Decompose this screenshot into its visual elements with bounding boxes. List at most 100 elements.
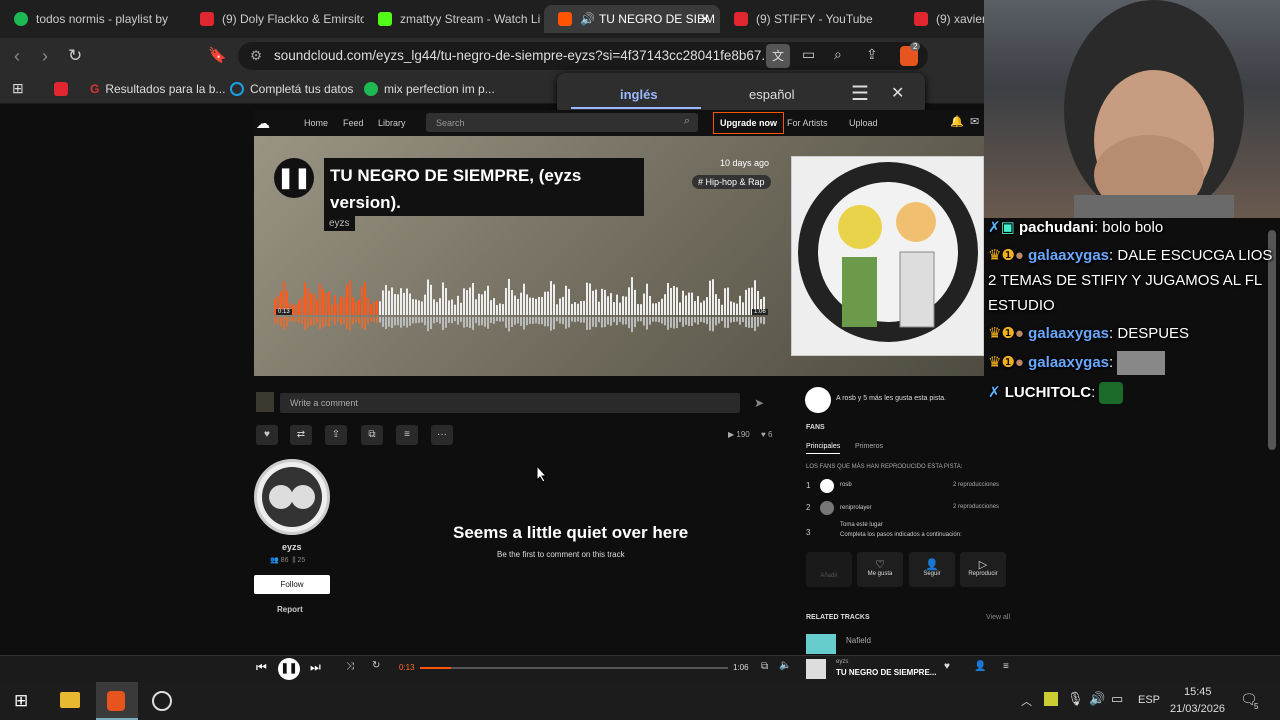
nav-library[interactable]: Library (378, 118, 406, 128)
wave-bar-reflection (493, 317, 495, 324)
wave-bar (427, 279, 429, 315)
wave-bar (583, 300, 585, 315)
bookmark-completa[interactable]: Completá tus datos (230, 82, 353, 96)
messages-icon[interactable]: ✉ (970, 115, 979, 128)
apps-icon[interactable]: ⊞ (12, 80, 24, 97)
tab-kick[interactable]: zmattyy Stream - Watch Li (364, 5, 542, 33)
volume-icon[interactable]: 🔈 (779, 660, 791, 671)
previous-icon[interactable]: ⏮ (256, 660, 267, 675)
nav-feed[interactable]: Feed (343, 118, 364, 128)
search-input[interactable]: Search ⌕ (426, 113, 698, 132)
wave-bar-reflection (658, 317, 660, 323)
network-icon[interactable]: ▭ (1111, 691, 1123, 707)
soundcloud-logo-icon[interactable]: ☁ (256, 115, 270, 132)
fans-tab-top[interactable]: Principales (806, 443, 841, 454)
report-link[interactable]: Report (277, 605, 303, 614)
player-artist[interactable]: eyzs (836, 659, 848, 665)
forward-icon[interactable]: › (42, 46, 48, 67)
cast-icon[interactable]: ▭ (802, 46, 815, 63)
bookmark-youtube[interactable] (54, 82, 74, 96)
notifications-icon[interactable]: 🔔 (950, 115, 964, 128)
windows-start-icon[interactable]: ⊞ (14, 691, 28, 711)
site-info-icon[interactable]: ⚙ (250, 48, 262, 64)
view-all-link[interactable]: View all (986, 614, 1010, 621)
wave-bar-reflection (403, 317, 405, 326)
add-action[interactable]: Añadir (806, 552, 852, 587)
player-title[interactable]: TU NEGRO DE SIEMPRE... (836, 668, 936, 677)
upgrade-button[interactable]: Upgrade now (713, 112, 785, 134)
input-language[interactable]: ESP (1138, 694, 1160, 706)
follow-button[interactable]: Follow (254, 575, 330, 594)
wave-bar-reflection (733, 317, 735, 323)
send-icon[interactable]: ➤ (754, 396, 764, 410)
bookmark-icon[interactable]: 🔖 (208, 46, 227, 64)
add-to-playlist-button[interactable]: ≡ (396, 425, 418, 445)
track-artist[interactable]: eyzs (324, 216, 355, 231)
tab-youtube-2[interactable]: (9) STIFFY - YouTube (720, 5, 900, 33)
pause-button[interactable]: ❚❚ (274, 158, 314, 198)
wave-bar (370, 304, 372, 315)
repost-button[interactable]: ⇄ (290, 425, 312, 445)
related-track-art[interactable] (806, 634, 836, 654)
url-field[interactable]: ⚙ soundcloud.com/eyzs_lg44/tu-negro-de-s… (238, 42, 928, 70)
close-tab-icon[interactable]: ✕ (700, 12, 710, 26)
clock-date[interactable]: 21/03/2026 (1170, 703, 1225, 715)
upload-link[interactable]: Upload (849, 118, 878, 128)
waveform[interactable] (274, 270, 766, 340)
file-explorer-icon[interactable] (60, 692, 80, 708)
play-action[interactable]: ▷ Reproducir (960, 552, 1006, 587)
back-icon[interactable]: ‹ (14, 46, 20, 67)
translate-icon[interactable]: 文 (766, 44, 790, 68)
lang-source-tab[interactable]: inglés (620, 87, 658, 102)
tab-spotify[interactable]: todos normis - playlist by (0, 5, 186, 33)
player-pause-button[interactable]: ❚❚ (278, 658, 300, 680)
menu-icon[interactable]: ☰ (851, 81, 869, 106)
artist-name[interactable]: eyzs (282, 542, 302, 552)
player-progress-track[interactable] (420, 667, 728, 669)
for-artists-link[interactable]: For Artists (787, 118, 828, 128)
comment-input[interactable]: Write a comment (280, 393, 740, 413)
follow-action[interactable]: 👤 Seguir (909, 552, 955, 587)
plays-count: ▶ 190 (728, 430, 750, 439)
next-icon[interactable]: ⏭ (310, 660, 321, 675)
zoom-icon[interactable]: ⌕ (834, 46, 842, 63)
fans-tab-first[interactable]: Primeros (855, 443, 883, 450)
nav-home[interactable]: Home (304, 118, 328, 128)
brave-shield-icon[interactable]: 2 (900, 42, 921, 66)
player-cover[interactable] (806, 659, 826, 679)
artist-avatar[interactable] (254, 459, 330, 535)
liker-avatar[interactable] (805, 387, 831, 413)
clock-time[interactable]: 15:45 (1184, 686, 1212, 698)
tab-youtube-1[interactable]: (9) Doly Flackko & Emirsito (186, 5, 364, 33)
repeat-icon[interactable]: ↻ (372, 660, 380, 671)
taskbar-brave[interactable] (96, 682, 138, 720)
queue-icon[interactable]: ⧉ (761, 661, 768, 672)
bookmark-spotify[interactable]: mix perfection im p... (364, 82, 495, 96)
more-button[interactable]: ··· (431, 425, 453, 445)
share-button[interactable]: ⇧ (325, 425, 347, 445)
obs-icon[interactable] (152, 691, 172, 711)
genre-tag[interactable]: # Hip-hop & Rap (692, 175, 771, 189)
reload-icon[interactable]: ↻ (68, 46, 82, 66)
player-follow-icon[interactable]: 👤 (974, 661, 986, 672)
speaker-icon[interactable]: 🔊 (1089, 691, 1105, 707)
shuffle-icon[interactable]: ⤨ (346, 661, 354, 672)
share-icon[interactable]: ⇪ (866, 46, 878, 63)
wave-bar (667, 283, 669, 315)
like-action[interactable]: ♡ Me gusta (857, 552, 903, 587)
copy-link-button[interactable]: ⧉ (361, 425, 383, 445)
player-like-icon[interactable]: ♥ (944, 661, 950, 672)
wave-bar-reflection (520, 317, 522, 326)
close-icon[interactable]: ✕ (891, 83, 904, 103)
player-queue-icon[interactable]: ≡ (1003, 661, 1009, 672)
bookmark-google[interactable]: G Resultados para la b... (90, 82, 225, 96)
like-button[interactable]: ♥ (256, 425, 278, 445)
lang-target-tab[interactable]: español (749, 87, 795, 102)
tray-expand-icon[interactable]: ︿ (1021, 693, 1032, 709)
wave-bar-reflection (724, 317, 726, 328)
tab-youtube-3[interactable]: (9) xavier (900, 5, 984, 33)
tray-app-icon[interactable] (1044, 692, 1058, 706)
related-track-artist[interactable]: Nafield (846, 636, 871, 645)
tab-soundcloud[interactable]: 🔊 TU NEGRO DE SIEM ✕ (544, 5, 720, 33)
microphone-icon[interactable]: 🎙 (1067, 691, 1084, 707)
